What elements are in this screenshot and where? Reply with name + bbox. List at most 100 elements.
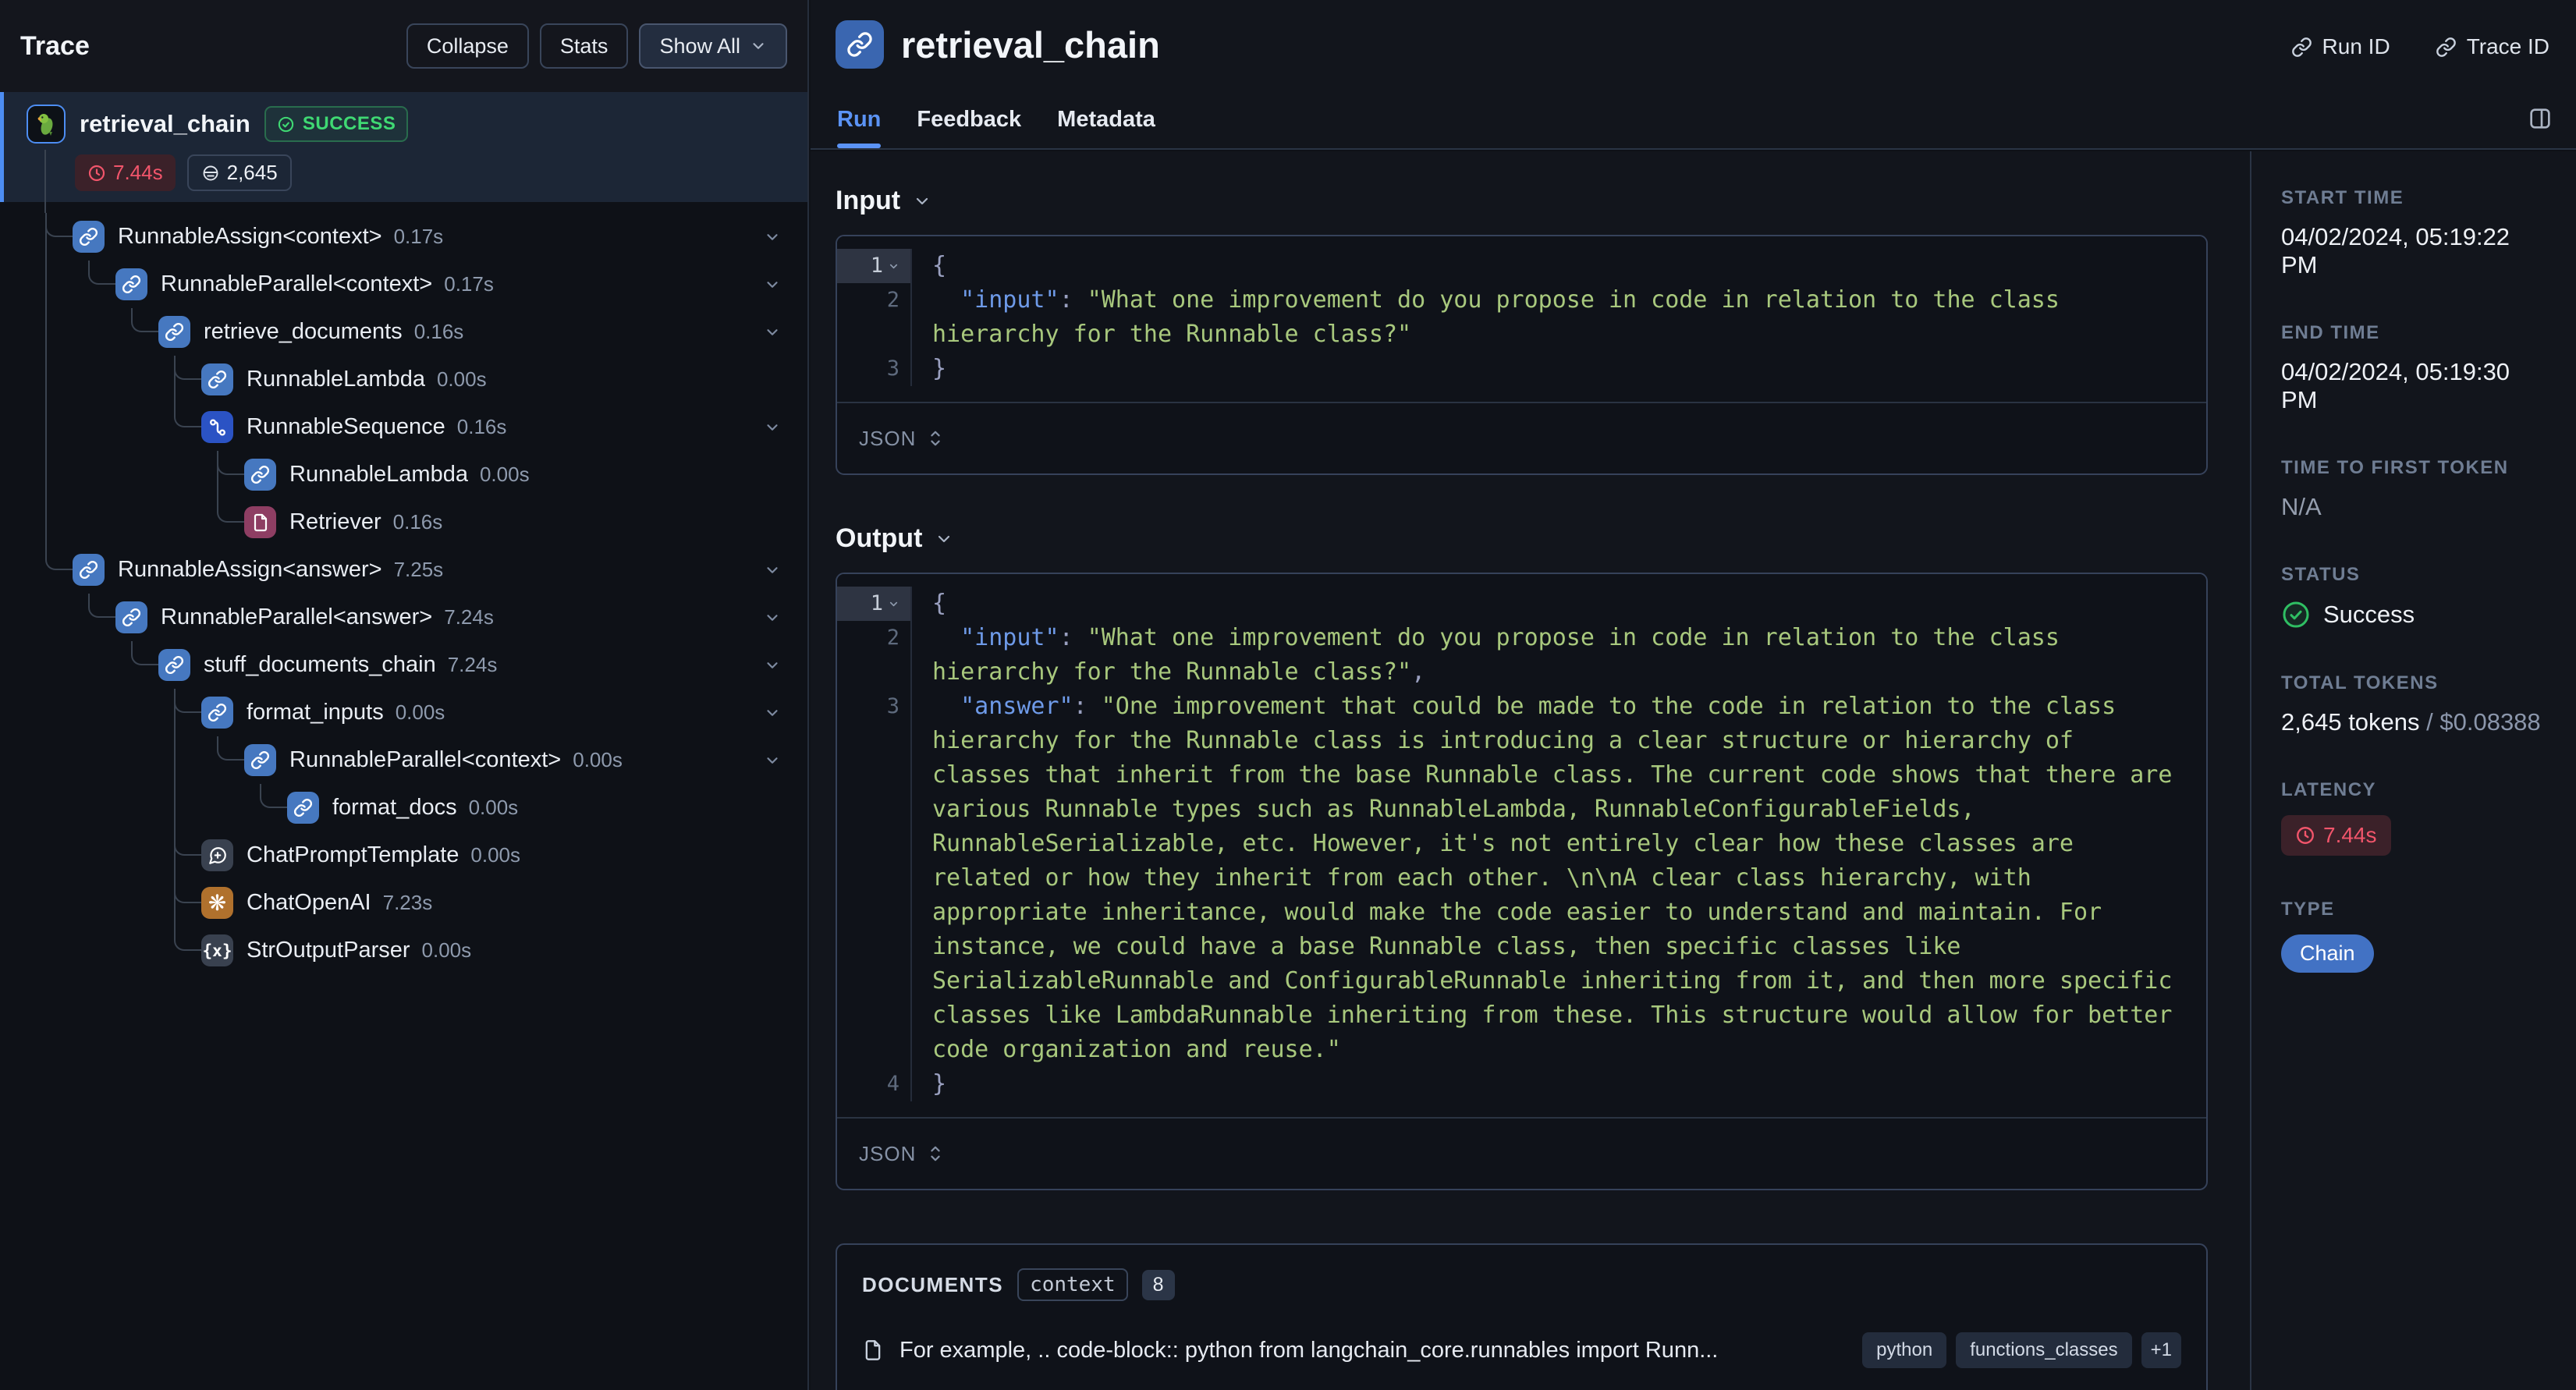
trace-tree-row[interactable]: ChatPromptTemplate 0.00s — [0, 832, 807, 879]
input-section-header[interactable]: Input — [836, 186, 2208, 216]
trace-tree-row[interactable]: RunnableParallel<answer> 7.24s — [0, 594, 807, 641]
tree-connector-line — [45, 498, 47, 546]
file-icon — [862, 1339, 884, 1361]
trace-panel-header: Trace Collapse Stats Show All — [0, 0, 807, 92]
start-time-value: 04/02/2024, 05:19:22 PM — [2281, 223, 2510, 278]
tree-node-name: ChatOpenAI — [247, 890, 371, 915]
chain-icon — [73, 554, 105, 586]
tree-connector-elbow — [174, 927, 201, 951]
show-all-dropdown[interactable]: Show All — [639, 23, 787, 69]
trace-tree-row[interactable]: RunnableParallel<context> 0.00s — [0, 736, 807, 784]
line-number-gutter[interactable]: 1 — [837, 249, 912, 283]
token-count-badge: 2,645 — [186, 154, 292, 191]
tree-connector-line — [45, 403, 47, 451]
stats-button[interactable]: Stats — [539, 23, 629, 69]
tree-node-latency: 0.17s — [393, 225, 444, 248]
input-code-editor: 1{2 "input": "What one improvement do yo… — [837, 236, 2206, 402]
parrot-icon — [27, 105, 66, 144]
tree-connector-line — [45, 356, 47, 403]
fold-chevron-icon[interactable] — [888, 249, 899, 283]
chain-icon — [73, 221, 105, 253]
tree-node-latency: 7.23s — [382, 891, 433, 914]
tree-node-latency: 0.00s — [395, 700, 445, 724]
run-type-badge: Chain — [2281, 934, 2374, 973]
tree-node-name: format_docs — [332, 795, 457, 820]
documents-card: DOCUMENTS context 8 For example, .. code… — [836, 1243, 2208, 1390]
chevron-down-icon[interactable] — [764, 562, 781, 583]
tree-node-latency: 0.00s — [468, 796, 519, 819]
collapse-button[interactable]: Collapse — [406, 23, 529, 69]
tree-node-name: StrOutputParser — [247, 938, 410, 963]
trace-tree-row[interactable]: RunnableAssign<answer> 7.25s — [0, 546, 807, 594]
document-icon — [244, 506, 276, 538]
output-section-header[interactable]: Output — [836, 523, 2208, 554]
tree-connector-elbow — [45, 546, 73, 570]
updown-icon — [927, 1144, 944, 1164]
tree-node-latency: 7.24s — [444, 605, 494, 629]
panel-toggle-icon[interactable] — [2528, 106, 2553, 135]
chevron-down-icon — [913, 192, 931, 211]
tree-node-latency: 0.00s — [470, 843, 521, 867]
input-format-selector[interactable]: JSON — [837, 402, 2206, 473]
tree-connector-elbow — [174, 356, 201, 380]
chain-icon — [158, 316, 190, 348]
chevron-down-icon[interactable] — [764, 752, 781, 773]
tab-feedback[interactable]: Feedback — [917, 107, 1021, 148]
tree-node-latency: 0.16s — [456, 415, 507, 438]
tree-node-name: ChatPromptTemplate — [247, 842, 459, 867]
chevron-down-icon[interactable] — [764, 229, 781, 250]
document-list-item[interactable]: For example, .. code-block:: python from… — [862, 1332, 2181, 1368]
tree-connector-elbow — [131, 308, 158, 332]
tree-node-latency: 0.16s — [413, 320, 464, 343]
chain-icon — [201, 363, 233, 395]
trace-tree-row[interactable]: RunnableLambda 0.00s — [0, 356, 807, 403]
line-number-gutter: 4 — [837, 1067, 912, 1101]
chevron-down-icon[interactable] — [764, 657, 781, 678]
tree-node-latency: 0.00s — [421, 938, 472, 962]
code-content: "input": "What one improvement do you pr… — [932, 286, 2074, 348]
trace-tree-row[interactable]: format_inputs 0.00s — [0, 689, 807, 736]
output-code-editor: 1{2 "input": "What one improvement do yo… — [837, 574, 2206, 1117]
tab-run[interactable]: Run — [837, 107, 882, 148]
chevron-down-icon[interactable] — [764, 324, 781, 345]
trace-tree-row[interactable]: stuff_documents_chain 7.24s — [0, 641, 807, 689]
output-format-selector[interactable]: JSON — [837, 1117, 2206, 1189]
code-line: 1{ — [837, 249, 2206, 283]
trace-tree-row[interactable]: format_docs 0.00s — [0, 784, 807, 832]
more-tags-badge[interactable]: +1 — [2141, 1332, 2181, 1368]
code-line: 3 "answer": "One improvement that could … — [837, 690, 2206, 1067]
braces-icon: {x} — [201, 934, 233, 966]
trace-tree-row[interactable]: RunnableParallel<context> 0.17s — [0, 261, 807, 308]
trace-tree-row[interactable]: ❋ ChatOpenAI 7.23s — [0, 879, 807, 927]
chain-icon — [201, 697, 233, 729]
ttft-value: N/A — [2281, 493, 2322, 520]
trace-tree-row[interactable]: RunnableAssign<context> 0.17s — [0, 213, 807, 261]
trace-tree-row[interactable]: RunnableSequence 0.16s — [0, 403, 807, 451]
documents-key-badge: context — [1017, 1268, 1128, 1301]
fold-chevron-icon[interactable] — [888, 587, 899, 621]
trace-tree-row[interactable]: Retriever 0.16s — [0, 498, 807, 546]
tree-connector-elbow — [45, 213, 73, 237]
selected-accent-bar — [0, 92, 4, 202]
chevron-down-icon[interactable] — [764, 419, 781, 440]
line-number-gutter[interactable]: 1 — [837, 587, 912, 621]
tree-node-latency: 0.17s — [444, 272, 494, 296]
run-id-button[interactable]: Run ID — [2291, 34, 2390, 59]
chevron-down-icon[interactable] — [764, 609, 781, 630]
latency-label: LATENCY — [2281, 779, 2377, 800]
trace-root-node[interactable]: retrieval_chain SUCCESS 7.44s 2,645 — [0, 92, 807, 202]
latency-badge: 7.44s — [75, 154, 176, 191]
chevron-down-icon[interactable] — [764, 276, 781, 297]
code-content: } — [932, 1070, 947, 1097]
trace-id-button[interactable]: Trace ID — [2436, 34, 2549, 59]
tree-connector-elbow — [88, 594, 115, 618]
chevron-down-icon[interactable] — [764, 704, 781, 725]
updown-icon — [927, 428, 944, 449]
tree-node-name: format_inputs — [247, 700, 384, 725]
trace-tree-row[interactable]: retrieve_documents 0.16s — [0, 308, 807, 356]
tab-metadata[interactable]: Metadata — [1057, 107, 1155, 148]
trace-tree-row[interactable]: RunnableLambda 0.00s — [0, 451, 807, 498]
tree-node-latency: 0.00s — [436, 367, 487, 391]
trace-tree-row[interactable]: {x} StrOutputParser 0.00s — [0, 927, 807, 974]
tree-connector-line — [44, 150, 46, 202]
